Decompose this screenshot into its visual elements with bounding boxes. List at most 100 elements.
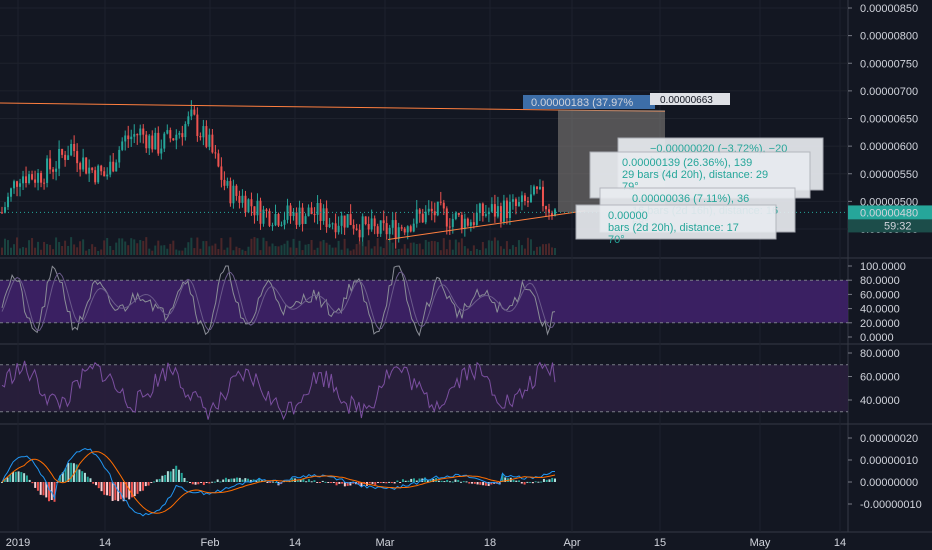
macd-histogram-bar bbox=[164, 474, 167, 482]
time-axis-tick-label: Apr bbox=[563, 537, 580, 549]
candle-body bbox=[169, 130, 172, 139]
volume-bar bbox=[532, 250, 535, 255]
macd-histogram-bar bbox=[451, 481, 454, 483]
volume-bar bbox=[94, 246, 97, 255]
macd-histogram-bar bbox=[327, 482, 330, 483]
volume-bar bbox=[517, 240, 520, 255]
volume-bar bbox=[463, 246, 466, 255]
candle-body bbox=[187, 116, 190, 125]
candle-body bbox=[154, 132, 157, 150]
price-axis-tick-label: 0.00000700 bbox=[860, 86, 918, 98]
volume-bar bbox=[403, 244, 406, 255]
volume-bar bbox=[529, 239, 532, 255]
macd-histogram-bar bbox=[144, 482, 147, 487]
volume-bar bbox=[295, 247, 298, 255]
volume-bar bbox=[268, 246, 271, 255]
macd-histogram-bar bbox=[479, 482, 482, 485]
volume-bar bbox=[313, 249, 316, 255]
candle-body bbox=[226, 181, 229, 186]
macd-histogram-bar bbox=[233, 478, 236, 482]
macd-histogram-bar bbox=[70, 462, 73, 482]
macd-histogram-bar bbox=[529, 481, 532, 483]
macd-histogram-bar bbox=[462, 481, 465, 483]
candle-body bbox=[43, 182, 46, 184]
candle-body bbox=[61, 148, 64, 155]
volume-bar bbox=[13, 244, 16, 255]
volume-bar bbox=[70, 237, 73, 255]
candle-body bbox=[535, 186, 538, 190]
macd-histogram-bar bbox=[446, 479, 449, 482]
macd-histogram-bar bbox=[216, 479, 219, 482]
macd-histogram-bar bbox=[551, 477, 554, 482]
candle-body bbox=[529, 194, 532, 203]
candle-body bbox=[64, 154, 67, 160]
volume-bar bbox=[28, 240, 31, 255]
candle-body bbox=[427, 208, 430, 212]
macd-histogram-bar bbox=[23, 473, 26, 482]
volume-bar bbox=[433, 241, 436, 255]
macd-histogram-bar bbox=[437, 480, 440, 482]
candle-body bbox=[328, 224, 331, 228]
candle-body bbox=[334, 223, 337, 233]
volume-bar bbox=[235, 246, 238, 255]
volume-bar bbox=[205, 241, 208, 255]
macd-histogram-bar bbox=[269, 482, 272, 483]
candle-body bbox=[376, 226, 379, 234]
volume-bar bbox=[391, 242, 394, 255]
volume-bar bbox=[394, 249, 397, 255]
macd-histogram-bar bbox=[189, 482, 192, 483]
rsi-axis-tick-label: 40.0000 bbox=[860, 395, 900, 407]
macd-histogram-bar bbox=[537, 481, 540, 483]
candle-body bbox=[118, 149, 121, 163]
volume-bar bbox=[370, 248, 373, 255]
macd-histogram-bar bbox=[202, 482, 205, 486]
candle-body bbox=[445, 208, 448, 227]
volume-bar bbox=[253, 237, 256, 255]
macd-histogram-bar bbox=[548, 479, 551, 482]
volume-bar bbox=[214, 243, 217, 255]
volume-bar bbox=[547, 243, 550, 255]
rsi-pane[interactable] bbox=[0, 360, 848, 421]
macd-histogram-bar bbox=[407, 480, 410, 482]
macd-histogram-bar bbox=[401, 479, 404, 482]
macd-histogram-bar bbox=[443, 481, 446, 483]
macd-histogram-bar bbox=[305, 481, 308, 483]
volume-bar bbox=[388, 240, 391, 255]
volume-bar bbox=[478, 250, 481, 255]
candle-body bbox=[163, 133, 166, 149]
volume-bar bbox=[328, 244, 331, 255]
macd-histogram-bar bbox=[12, 471, 15, 482]
candle-body bbox=[490, 204, 493, 212]
candle-body bbox=[262, 209, 265, 224]
candle-body bbox=[235, 185, 238, 196]
macd-histogram-bar bbox=[197, 482, 200, 485]
macd-histogram-bar bbox=[531, 482, 534, 484]
macd-histogram-bar bbox=[523, 482, 526, 485]
candle-body bbox=[493, 204, 496, 217]
volume-bar bbox=[163, 245, 166, 255]
candle-body bbox=[457, 212, 460, 215]
stoch-axis-tick-label: 20.0000 bbox=[860, 318, 900, 330]
volume-bar bbox=[349, 250, 352, 255]
macd-histogram-bar bbox=[241, 479, 244, 482]
volume-bar bbox=[301, 250, 304, 255]
volume-bar bbox=[526, 237, 529, 255]
candle-body bbox=[466, 218, 469, 226]
measure-tooltip-line: 0.00000 bbox=[608, 210, 648, 222]
candle-body bbox=[511, 199, 514, 202]
price-range-label: 0.00000183 (37.97% bbox=[531, 97, 633, 109]
candle-body bbox=[307, 207, 310, 217]
candle-body bbox=[397, 227, 400, 239]
macd-histogram-bar bbox=[180, 472, 183, 482]
stoch-axis-tick-label: 60.0000 bbox=[860, 289, 900, 301]
macd-axis-tick-label: 0.00000000 bbox=[860, 477, 918, 489]
candle-body bbox=[313, 214, 316, 216]
volume-bar bbox=[46, 244, 49, 255]
macd-histogram-bar bbox=[186, 481, 189, 483]
rsi-band bbox=[0, 364, 848, 412]
volume-bar bbox=[157, 240, 160, 255]
candle-body bbox=[421, 213, 424, 223]
candle-body bbox=[58, 148, 61, 169]
candle-body bbox=[295, 212, 298, 225]
macd-histogram-bar bbox=[379, 482, 382, 483]
